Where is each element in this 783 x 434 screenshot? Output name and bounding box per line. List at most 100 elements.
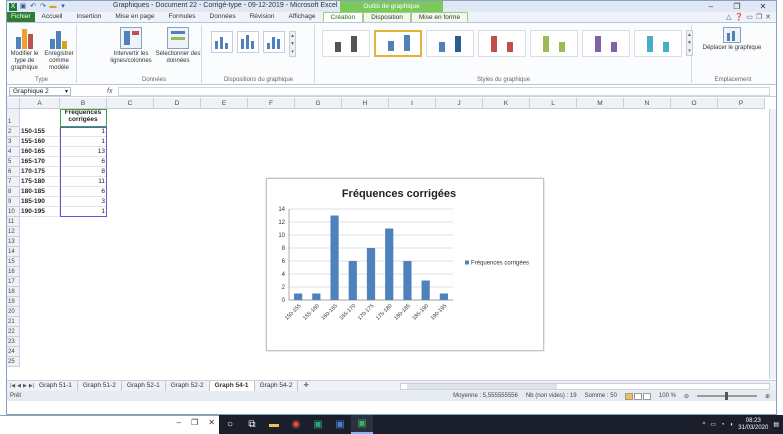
row-header[interactable]: 19 xyxy=(7,297,20,307)
chart-object[interactable]: Fréquences corrigées 0 2 4 6 8 10 12 14 150-155 15… xyxy=(266,178,544,351)
column-header[interactable]: L xyxy=(530,98,577,109)
sheet-tab[interactable]: Graph 52-1 xyxy=(122,381,166,391)
column-header[interactable]: F xyxy=(248,98,295,109)
tab-page-layout[interactable]: Mise en page xyxy=(108,12,161,22)
sheet-tab[interactable]: Graph 51-2 xyxy=(78,381,122,391)
tab-home[interactable]: Accueil xyxy=(35,12,70,22)
chart-style-3[interactable] xyxy=(426,30,474,57)
excel-icon[interactable]: ▣ xyxy=(351,415,373,434)
chart-style-1[interactable] xyxy=(322,30,370,57)
row-header[interactable]: 5 xyxy=(7,157,20,167)
collapse-ribbon-icon[interactable]: △ xyxy=(726,13,731,21)
save-as-template-button[interactable]: Enregistrer comme modèle xyxy=(42,27,76,72)
table-cell-label[interactable]: 175-180 xyxy=(20,177,60,187)
switch-row-column-button[interactable]: Intervertir les lignes/colonnes xyxy=(107,27,155,65)
horizontal-scrollbar[interactable] xyxy=(400,382,770,390)
tab-view[interactable]: Affichage xyxy=(282,12,323,22)
column-header[interactable]: C xyxy=(107,98,154,109)
formula-input[interactable] xyxy=(118,86,770,96)
row-header[interactable]: 23 xyxy=(7,337,20,347)
table-cell-label[interactable]: 155-160 xyxy=(20,137,60,147)
chart-layout-3[interactable] xyxy=(263,31,285,53)
table-cell-label[interactable]: 150-155 xyxy=(20,127,60,137)
chevron-down-icon[interactable]: ▾ xyxy=(59,3,67,11)
tab-data[interactable]: Données xyxy=(203,12,243,22)
save-icon[interactable]: ▣ xyxy=(19,3,27,11)
table-cell-value[interactable]: 1 xyxy=(60,207,107,217)
close-button[interactable]: ✕ xyxy=(208,418,215,427)
row-header[interactable]: 3 xyxy=(7,137,20,147)
row-header[interactable]: 20 xyxy=(7,307,20,317)
bar[interactable] xyxy=(403,261,412,300)
bar[interactable] xyxy=(294,293,303,301)
tab-file[interactable]: Fichier xyxy=(7,12,35,22)
minimize-button[interactable]: – xyxy=(698,1,724,12)
row-header[interactable]: 16 xyxy=(7,267,20,277)
page-layout-view-icon[interactable] xyxy=(633,392,642,400)
table-cell-value[interactable]: 13 xyxy=(60,147,107,157)
chart-style-7[interactable] xyxy=(634,30,682,57)
tray-up-icon[interactable]: ^ xyxy=(703,422,706,428)
row-header[interactable]: 1 xyxy=(7,109,20,127)
prev-sheet-icon[interactable]: ◀ xyxy=(17,383,21,389)
page-break-view-icon[interactable] xyxy=(642,392,651,400)
table-cell-value[interactable]: 3 xyxy=(60,197,107,207)
row-header[interactable]: 13 xyxy=(7,237,20,247)
row-header[interactable]: 18 xyxy=(7,287,20,297)
close-doc-icon[interactable]: ✕ xyxy=(765,13,771,21)
column-header[interactable]: E xyxy=(201,98,248,109)
maximize-button[interactable]: ❐ xyxy=(191,418,198,427)
row-header[interactable]: 15 xyxy=(7,257,20,267)
row-header[interactable]: 17 xyxy=(7,277,20,287)
row-header[interactable]: 9 xyxy=(7,197,20,207)
tab-insert[interactable]: Insertion xyxy=(69,12,108,22)
worksheet-grid[interactable]: A B C D E F G H I J K L M N O P 1 2 3 4 5 6 7 8 9 10 11 12 13 14 15 16 1… xyxy=(7,98,776,380)
column-header[interactable]: H xyxy=(342,98,389,109)
open-folder-icon[interactable]: ▬ xyxy=(49,3,57,11)
volume-icon[interactable]: ◖ xyxy=(730,422,734,428)
tab-review[interactable]: Révision xyxy=(243,12,282,22)
chart-layout-2[interactable] xyxy=(237,31,259,53)
network-icon[interactable]: ◔ xyxy=(721,422,725,428)
move-chart-button[interactable]: Déplacer le graphique xyxy=(695,27,769,52)
table-cell-label[interactable]: 190-195 xyxy=(20,207,60,217)
new-sheet-icon[interactable]: ✚ xyxy=(298,381,313,391)
row-header[interactable]: 8 xyxy=(7,187,20,197)
tab-formulas[interactable]: Formules xyxy=(161,12,202,22)
zoom-slider[interactable] xyxy=(696,392,757,400)
row-header[interactable]: 11 xyxy=(7,217,20,227)
sheet-tab[interactable]: Graph 52-2 xyxy=(166,381,210,391)
publisher-icon[interactable]: ▣ xyxy=(307,415,329,434)
table-cell-value[interactable]: 6 xyxy=(60,157,107,167)
maximize-button[interactable]: ❐ xyxy=(724,1,750,12)
row-header[interactable]: 22 xyxy=(7,327,20,337)
notification-icon[interactable]: ▤ xyxy=(773,421,779,428)
styles-scroll[interactable]: ▲ ▼ ▾ xyxy=(686,30,693,56)
chrome-icon[interactable]: ◉ xyxy=(285,415,307,434)
table-cell-label[interactable]: 185-190 xyxy=(20,197,60,207)
bar[interactable] xyxy=(312,293,321,301)
column-header[interactable]: P xyxy=(718,98,765,109)
tab-design[interactable]: Création xyxy=(322,12,364,22)
table-cell-label[interactable]: 170-175 xyxy=(20,167,60,177)
clock[interactable]: 08:23 31/03/2020 xyxy=(738,418,768,432)
change-chart-type-button[interactable]: Modifier le type de graphique xyxy=(8,27,41,72)
row-header[interactable]: 6 xyxy=(7,167,20,177)
column-header[interactable]: B xyxy=(60,98,107,109)
row-header[interactable]: 10 xyxy=(7,207,20,217)
table-cell-label[interactable]: 180-185 xyxy=(20,187,60,197)
minimize-doc-icon[interactable]: ▭ xyxy=(746,13,753,21)
legend-label[interactable]: Fréquences corrigées xyxy=(471,261,529,267)
search-icon[interactable]: ○ xyxy=(219,415,241,434)
select-data-button[interactable]: Sélectionner des données xyxy=(155,27,201,65)
battery-icon[interactable]: ▭ xyxy=(710,421,716,428)
tab-format[interactable]: Mise en forme xyxy=(410,12,469,22)
row-header[interactable]: 12 xyxy=(7,227,20,237)
table-cell-label[interactable]: 160-165 xyxy=(20,147,60,157)
bar[interactable] xyxy=(421,280,430,301)
column-header[interactable]: I xyxy=(389,98,436,109)
first-sheet-icon[interactable]: |◀ xyxy=(10,383,15,389)
chart-style-5[interactable] xyxy=(530,30,578,57)
bar[interactable] xyxy=(439,293,448,301)
sheet-tab-active[interactable]: Graph 54-1 xyxy=(209,381,255,391)
